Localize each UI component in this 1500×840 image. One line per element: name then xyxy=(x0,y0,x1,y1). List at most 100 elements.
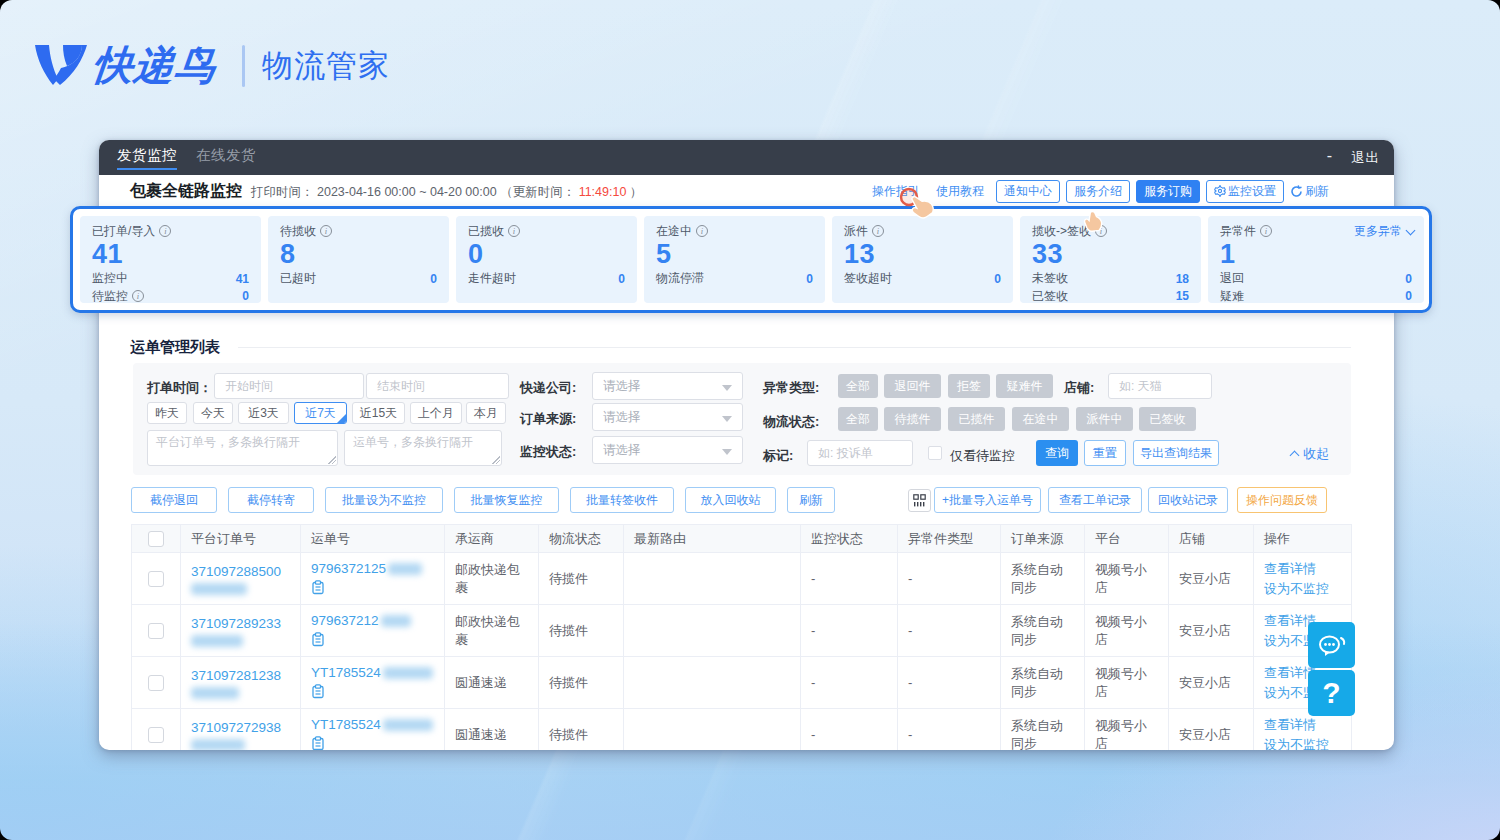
action-截停退回[interactable]: 截停退回 xyxy=(131,487,217,513)
cell-order-no: 371097272938 xyxy=(181,709,301,751)
exception-option-全部[interactable]: 全部 xyxy=(838,374,878,398)
logistics-option-派件中[interactable]: 派件中 xyxy=(1076,407,1133,431)
exception-option-退回件[interactable]: 退回件 xyxy=(884,374,941,398)
waybill-text: YT1785524 xyxy=(311,715,434,734)
stat-card-label: 在途中 xyxy=(656,223,692,240)
tutorial-hand-cursor-click-icon xyxy=(896,186,938,224)
stat-sub-row: 已超时0 xyxy=(280,270,437,288)
quick-range-近7天[interactable]: 近7天 xyxy=(294,402,347,424)
logistics-option-已揽件[interactable]: 已揽件 xyxy=(948,407,1005,431)
row-checkbox[interactable] xyxy=(148,727,164,743)
row-checkbox-cell xyxy=(132,605,181,657)
stat-card-value: 33 xyxy=(1032,240,1189,268)
shop-input[interactable]: 如: 天猫 xyxy=(1108,373,1212,399)
action-刷新[interactable]: 刷新 xyxy=(787,487,835,513)
stat-card-label: 待揽收 xyxy=(280,223,316,240)
stat-sub-label: 已超时 xyxy=(280,270,316,287)
platform-order-textarea[interactable]: 平台订单号，多条换行隔开 xyxy=(147,430,338,466)
cell-actions: 查看详情设为不监控 xyxy=(1254,553,1352,605)
exception-option-疑难件[interactable]: 疑难件 xyxy=(996,374,1053,398)
select-all-checkbox[interactable] xyxy=(148,531,164,547)
chevron-down-icon xyxy=(1406,225,1416,235)
quick-range-上个月[interactable]: 上个月 xyxy=(410,402,462,424)
collapse-link[interactable]: 收起 xyxy=(1291,445,1329,463)
copy-icon[interactable] xyxy=(311,580,434,598)
waybill-text: 9796372125 xyxy=(311,559,434,578)
monitor-status-select[interactable]: 请选择 xyxy=(592,436,743,464)
stats-highlight-box: 已打单/导入i41监控中41待监控i0待揽收i8已超时0已揽收i0走件超时0在途… xyxy=(70,206,1432,313)
stat-sub-row: 退回0 xyxy=(1220,270,1412,288)
stat-card-6: 异常件i更多异常1退回0疑难0 xyxy=(1208,216,1424,303)
action-操作问题反馈[interactable]: 操作问题反馈 xyxy=(1237,487,1327,513)
chat-icon xyxy=(1317,631,1347,659)
stat-sub-label-text: 走件超时 xyxy=(468,270,516,287)
reset-button[interactable]: 重置 xyxy=(1084,440,1126,466)
exception-option-拒签[interactable]: 拒签 xyxy=(948,374,990,398)
row-checkbox[interactable] xyxy=(148,675,164,691)
copy-icon[interactable] xyxy=(311,632,434,650)
copy-icon[interactable] xyxy=(311,736,434,750)
help-button[interactable]: ? xyxy=(1308,670,1355,716)
stat-sub-row: 物流停滞0 xyxy=(656,270,813,288)
stat-sub-label: 退回 xyxy=(1220,270,1244,287)
query-button[interactable]: 查询 xyxy=(1036,440,1078,466)
table-row: 3710972885009796372125邮政快递包裹待揽件--系统自动同步视… xyxy=(132,553,1352,605)
action-批量设为不监控[interactable]: 批量设为不监控 xyxy=(325,487,443,513)
row-action-设为不监控[interactable]: 设为不监控 xyxy=(1264,579,1341,599)
cell-route xyxy=(624,709,801,751)
action-批量恢复监控[interactable]: 批量恢复监控 xyxy=(454,487,559,513)
order-source-select[interactable]: 请选择 xyxy=(592,403,743,431)
quick-range-本月[interactable]: 本月 xyxy=(466,402,506,424)
copy-icon[interactable] xyxy=(311,684,434,702)
stat-card-value: 1 xyxy=(1220,240,1412,268)
action-批量转签收件[interactable]: 批量转签收件 xyxy=(570,487,674,513)
action-回收站记录[interactable]: 回收站记录 xyxy=(1148,487,1228,513)
cell-carrier: 邮政快递包裹 xyxy=(445,553,539,605)
export-results-button[interactable]: 导出查询结果 xyxy=(1133,440,1219,466)
cell-platform: 视频号小店 xyxy=(1085,657,1169,709)
cell-status: 待揽件 xyxy=(539,709,624,751)
row-checkbox[interactable] xyxy=(148,571,164,587)
express-company-select[interactable]: 请选择 xyxy=(592,372,743,400)
action-查看工单记录[interactable]: 查看工单记录 xyxy=(1048,487,1142,513)
quick-range-今天[interactable]: 今天 xyxy=(193,402,233,424)
stat-sub-label: 疑难 xyxy=(1220,288,1244,305)
logistics-option-全部[interactable]: 全部 xyxy=(838,407,878,431)
start-time-input[interactable]: 开始时间 xyxy=(214,373,364,399)
cell-route xyxy=(624,605,801,657)
order-no-redacted xyxy=(191,581,290,596)
action-批量导入运单号[interactable]: +批量导入运单号 xyxy=(934,487,1041,513)
logistics-option-在途中[interactable]: 在途中 xyxy=(1012,407,1069,431)
info-icon: i xyxy=(1260,225,1272,237)
quick-range-近3天[interactable]: 近3天 xyxy=(238,402,289,424)
logistics-option-待揽件[interactable]: 待揽件 xyxy=(884,407,941,431)
action-放入回收站[interactable]: 放入回收站 xyxy=(685,487,776,513)
quick-range-昨天[interactable]: 昨天 xyxy=(147,402,187,424)
stat-card-label-row: 待揽收i xyxy=(280,223,437,239)
row-action-查看详情[interactable]: 查看详情 xyxy=(1264,559,1341,579)
cell-platform: 视频号小店 xyxy=(1085,605,1169,657)
tag-input[interactable]: 如: 投诉单 xyxy=(807,440,913,466)
more-exceptions-link[interactable]: 更多异常 xyxy=(1354,223,1414,240)
cell-order-no: 371097281238 xyxy=(181,657,301,709)
end-time-input[interactable]: 结束时间 xyxy=(366,373,509,399)
order-no-text: 371097272938 xyxy=(191,718,290,737)
row-action-查看详情[interactable]: 查看详情 xyxy=(1264,715,1341,735)
scan-grid-button[interactable] xyxy=(908,489,931,512)
logistics-option-已签收[interactable]: 已签收 xyxy=(1139,407,1196,431)
only-pending-label: 仅看待监控 xyxy=(950,447,1015,465)
waybill-textarea[interactable]: 运单号，多条换行隔开 xyxy=(344,430,502,466)
action-截停转寄[interactable]: 截停转寄 xyxy=(228,487,314,513)
quick-range-近15天[interactable]: 近15天 xyxy=(352,402,405,424)
brand-product-name: 物流管家 xyxy=(262,45,390,87)
question-mark-icon: ? xyxy=(1322,676,1340,710)
only-pending-checkbox[interactable] xyxy=(928,446,942,460)
stat-sub-label-text: 已超时 xyxy=(280,270,316,287)
row-checkbox[interactable] xyxy=(148,623,164,639)
customer-service-button[interactable] xyxy=(1308,622,1355,668)
stat-sub-label: 待监控i xyxy=(92,288,144,305)
col-header-物流状态: 物流状态 xyxy=(539,525,624,553)
row-action-设为不监控[interactable]: 设为不监控 xyxy=(1264,735,1341,751)
floating-buttons: ? xyxy=(1308,622,1355,717)
scan-grid-icon xyxy=(913,494,926,507)
